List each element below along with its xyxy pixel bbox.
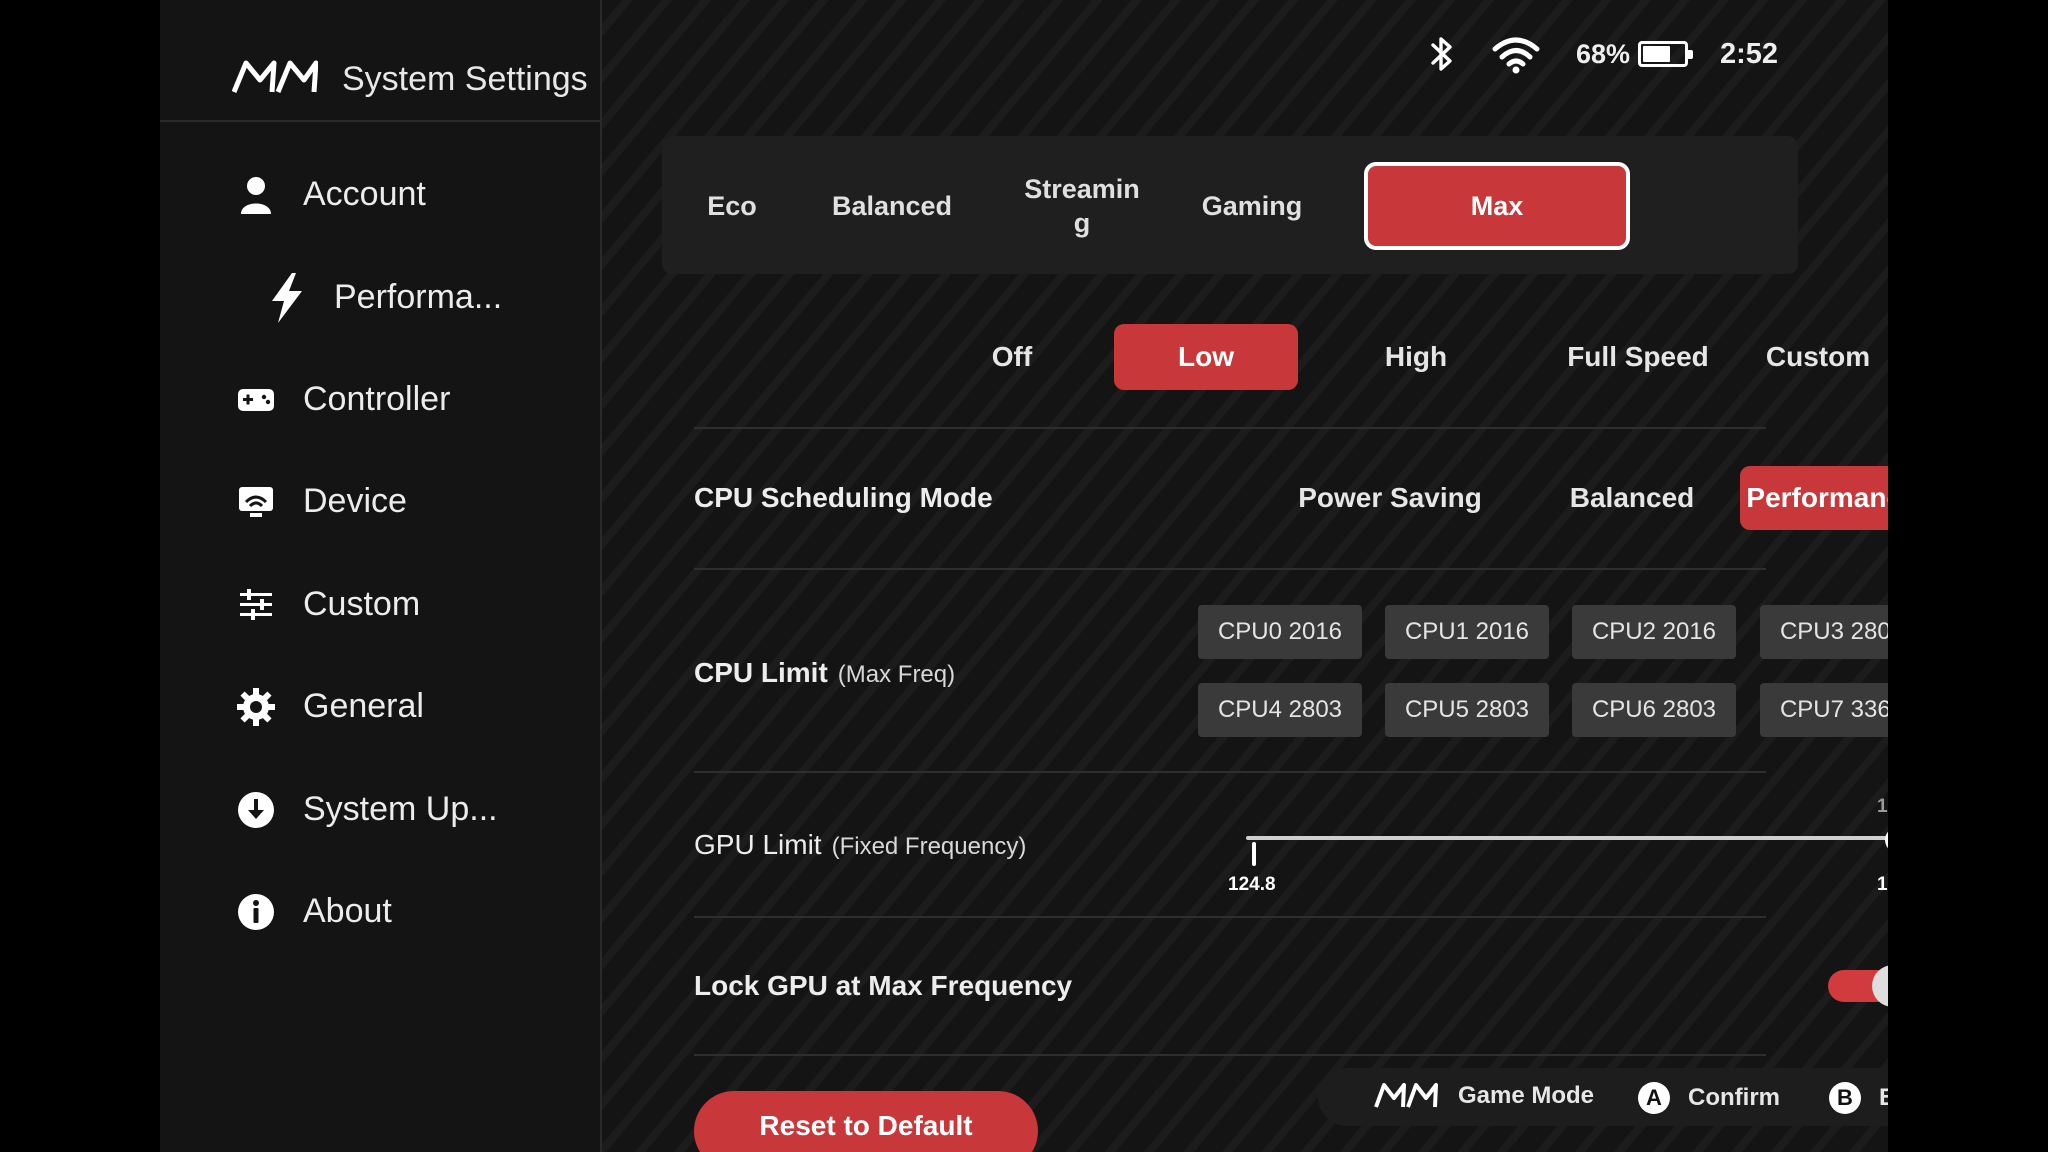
cpu-chip-5[interactable]: CPU5 2803 [1385,683,1549,737]
gpu-limit-label: GPU Limit (Fixed Frequency) [694,829,1026,861]
gpu-max-value: 1000 [1877,874,1888,895]
sidebar-item-label: Device [303,482,407,520]
sidebar-item-account[interactable]: Account [160,155,600,235]
hint-confirm-label: Confirm [1688,1084,1780,1111]
gpu-min-value: 124.8 [1228,874,1276,895]
hint-back[interactable]: B Back [1829,1082,1888,1114]
sidebar-item-label: General [303,687,424,725]
sidebar-item-system-update[interactable]: System Up... [160,770,600,850]
sidebar-item-label: System Up... [303,790,498,828]
b-button-icon: B [1829,1082,1861,1114]
sched-option-power-saving[interactable]: Power Saving [1282,466,1498,530]
sidebar-item-device[interactable]: Device [160,462,600,542]
cpu-limit-sublabel: (Max Freq) [837,661,956,688]
hint-game-mode[interactable]: Game Mode [1374,1082,1594,1110]
fan-option-off[interactable]: Off [922,324,1102,390]
cpu-limit-title: CPU Limit [694,657,828,688]
hint-game-mode-label: Game Mode [1458,1082,1595,1109]
bluetooth-icon [1428,32,1456,76]
clock-time: 2:52 [1720,37,1779,70]
gear-icon [236,687,276,727]
settings-window: System Settings Account Performa... Cont… [160,0,1888,1152]
cpu-chip-1[interactable]: CPU1 2016 [1385,605,1549,659]
gpu-limit-sublabel: (Fixed Frequency) [831,833,1027,860]
sidebar-item-performance[interactable]: Performa... [160,258,600,338]
sidebar-item-label: Custom [303,585,421,623]
reset-to-default-button[interactable]: Reset to Default [694,1091,1038,1152]
cpu-chip-2[interactable]: CPU2 2016 [1572,605,1736,659]
tab-eco[interactable]: Eco [682,162,782,250]
tab-balanced[interactable]: Balanced [792,162,992,250]
battery-status: 68% [1576,32,1694,76]
profile-tabs: Eco Balanced Streamin g Gaming Max [662,136,1798,274]
divider [694,1054,1766,1056]
cpu-chip-4[interactable]: CPU4 2803 [1198,683,1362,737]
cpu-scheduling-label: CPU Scheduling Mode [694,482,993,513]
lock-gpu-toggle[interactable] [1828,965,1888,1007]
sidebar-item-about[interactable]: About [160,872,600,952]
divider [694,427,1766,429]
divider [694,916,1766,918]
sidebar-item-custom[interactable]: Custom [160,565,600,645]
sidebar-item-label: Account [303,175,426,213]
tab-streaming[interactable]: Streamin g [1002,162,1162,250]
sliders-icon [236,585,276,625]
gamepad-icon [236,380,276,420]
sidebar-item-controller[interactable]: Controller [160,360,600,440]
gpu-current-value: 1000 [1877,796,1888,817]
gpu-slider-track[interactable] [1246,836,1888,840]
controller-hint-bar: Game Mode A Confirm B Back [1318,1068,1888,1126]
divider [694,568,1766,570]
app-title: System Settings [342,60,588,98]
download-icon [236,790,276,830]
cpu-chip-7[interactable]: CPU7 3360 [1760,683,1888,737]
person-icon [236,175,276,215]
fan-option-low[interactable]: Low [1114,324,1298,390]
cpu-chip-0[interactable]: CPU0 2016 [1198,605,1362,659]
cpu-limit-label: CPU Limit (Max Freq) [694,657,955,689]
divider [694,771,1766,773]
gpu-slider-thumb[interactable] [1885,827,1888,853]
battery-icon [1638,41,1694,67]
lock-gpu-label: Lock GPU at Max Frequency [694,970,1073,1001]
tab-gaming[interactable]: Gaming [1167,162,1337,250]
battery-percent: 68% [1576,38,1631,69]
sidebar-item-general[interactable]: General [160,667,600,747]
fan-option-high[interactable]: High [1326,324,1506,390]
cpu-chip-6[interactable]: CPU6 2803 [1572,683,1736,737]
brand-logo-icon [232,60,318,93]
info-icon [236,892,276,932]
toggle-knob [1872,965,1888,1007]
clock: 2:52 [1720,32,1778,76]
brand-header: System Settings [160,0,600,122]
hint-back-label: Back [1879,1084,1888,1111]
gpu-limit-title: GPU Limit [694,829,822,860]
sched-option-performance[interactable]: Performance [1740,466,1888,530]
sidebar-item-label: Performa... [334,278,503,316]
fan-option-custom[interactable]: Custom [1728,324,1888,390]
sidebar-item-label: About [303,892,392,930]
sidebar-item-label: Controller [303,380,451,418]
a-button-icon: A [1638,1082,1670,1114]
sidebar: System Settings Account Performa... Cont… [160,0,602,1152]
device-icon [236,482,276,522]
cpu-chip-3[interactable]: CPU3 2803 [1760,605,1888,659]
brand-logo-icon [1374,1083,1438,1108]
lightning-icon [266,273,306,323]
main-panel: 68% 2:52 Eco Balanced Streamin g Gaming … [602,0,1888,1152]
hint-confirm[interactable]: A Confirm [1638,1082,1780,1114]
fan-option-full-speed[interactable]: Full Speed [1548,324,1728,390]
tab-max[interactable]: Max [1364,162,1630,250]
wifi-icon [1492,32,1540,76]
gpu-slider-min-tick [1252,842,1256,866]
sched-option-balanced[interactable]: Balanced [1542,466,1722,530]
